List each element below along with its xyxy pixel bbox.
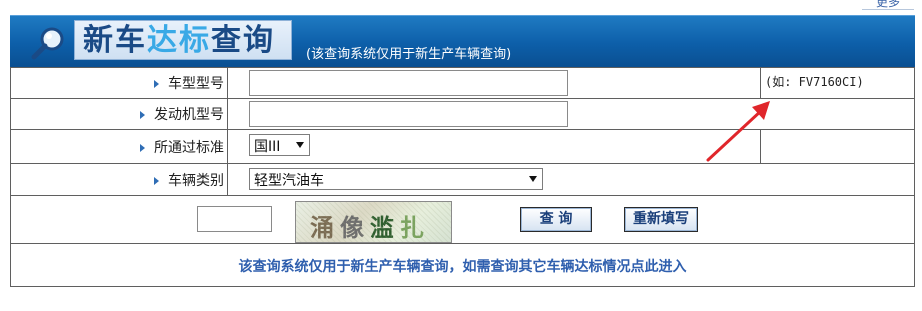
label-cell: 所通过标准 (11, 130, 228, 163)
header-banner: 新车达标查询 (该查询系统仅用于新生产车辆查询) (10, 15, 915, 67)
dropdown-arrow-icon (529, 176, 537, 182)
row-captcha: 涌像滥扎 查 询 重新填写 (11, 196, 914, 244)
row-vehicle-type: 车辆类别 轻型汽油车 (11, 164, 914, 196)
vehicle-type-selected-value: 轻型汽油车 (254, 173, 324, 189)
page-title-box: 新车达标查询 (74, 20, 292, 60)
bullet-icon (140, 143, 145, 152)
label-cell: 发动机型号 (11, 99, 228, 129)
title-part-2: 查询 (211, 23, 275, 58)
engine-model-label: 发动机型号 (140, 104, 224, 124)
empty-cell (760, 130, 914, 163)
dropdown-arrow-icon (296, 142, 304, 148)
bullet-icon (154, 80, 159, 88)
page-title: 新车达标查询 (83, 22, 275, 60)
standard-select[interactable]: 国III (249, 134, 310, 156)
title-highlight: 达标 (147, 23, 211, 58)
engine-model-input[interactable] (249, 101, 568, 127)
red-arrow-annotation (706, 101, 770, 162)
captcha-input[interactable] (197, 206, 272, 232)
vehicle-model-label: 车型型号 (154, 73, 224, 93)
page-subtitle: (该查询系统仅用于新生产车辆查询) (306, 47, 512, 62)
standard-label: 所通过标准 (140, 137, 224, 157)
label-cell: 车型型号 (11, 68, 228, 98)
captcha-noise (296, 202, 451, 242)
captcha-image[interactable]: 涌像滥扎 (295, 201, 452, 243)
vehicle-type-label: 车辆类别 (154, 170, 224, 190)
label-cell: 车辆类别 (11, 164, 228, 195)
vehicle-type-select[interactable]: 轻型汽油车 (249, 168, 543, 190)
query-button[interactable]: 查 询 (520, 207, 592, 232)
hint-cell: (如: FV7160CI) (760, 68, 914, 98)
other-vehicles-link[interactable]: 该查询系统仅用于新生产车辆查询，如需查询其它车辆达标情况点此进入 (11, 256, 914, 276)
reset-button[interactable]: 重新填写 (624, 207, 698, 232)
bullet-icon (154, 176, 159, 185)
top-divider (862, 9, 914, 10)
vehicle-model-input[interactable] (249, 70, 568, 96)
title-part-1: 新车 (83, 23, 147, 58)
bullet-icon (140, 111, 145, 119)
vehicle-model-hint: (如: FV7160CI) (765, 75, 864, 89)
magnifier-icon (31, 27, 64, 60)
row-vehicle-model: 车型型号 (如: FV7160CI) (11, 68, 914, 99)
standard-selected-value: 国III (254, 139, 281, 155)
